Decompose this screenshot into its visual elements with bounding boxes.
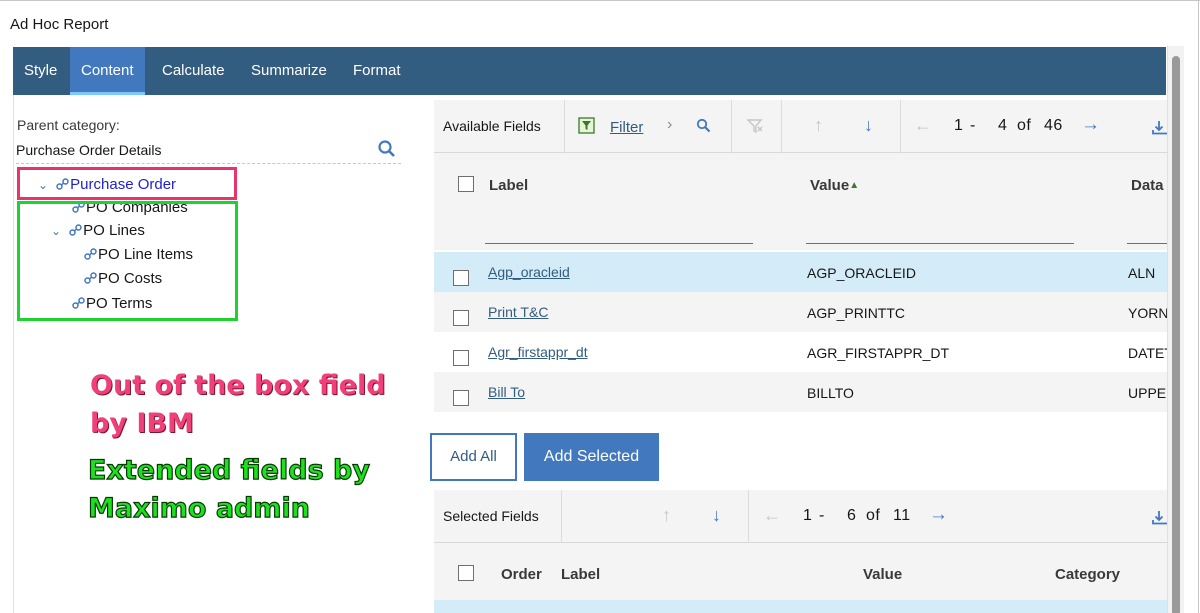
window-title-bar: Ad Hoc Report	[0, 0, 1200, 46]
selected-fields-title: Selected Fields	[443, 508, 539, 524]
next-page-icon[interactable]: →	[1081, 114, 1100, 136]
toolbar-divider	[781, 100, 782, 153]
add-selected-button[interactable]: Add Selected	[524, 433, 659, 481]
column-header-value-text: Value	[810, 177, 850, 194]
available-fields-title: Available Fields	[443, 118, 541, 134]
selected-fields-toolbar: Selected Fields ↑ ↓ ← 1 - 6 of 11 →	[434, 490, 1167, 543]
annotation-box-ibm	[17, 167, 237, 200]
window-right-border	[1198, 0, 1199, 613]
toolbar-divider	[561, 490, 562, 543]
annotation-line: Maximo admin	[87, 492, 310, 524]
field-value: AGR_FIRSTAPPR_DT	[807, 345, 950, 361]
row-checkbox[interactable]	[453, 350, 469, 366]
toolbar-divider	[564, 100, 565, 153]
previous-page-icon[interactable]: ←	[914, 115, 932, 136]
select-all-checkbox[interactable]	[458, 565, 474, 581]
label-filter-input[interactable]	[485, 243, 753, 244]
field-label-link[interactable]: Print T&C	[488, 304, 548, 320]
scrollbar-thumb[interactable]	[1172, 56, 1180, 613]
field-label-link[interactable]: Agr_firstappr_dt	[488, 344, 588, 360]
field-type: DATETIME	[1128, 345, 1167, 361]
field-value: AGP_PRINTTC	[807, 305, 906, 321]
field-type: YORN	[1128, 305, 1167, 321]
type-filter-input[interactable]	[1127, 243, 1167, 244]
move-down-icon[interactable]: ↓	[712, 505, 721, 526]
parent-category-field[interactable]: Purchase Order Details	[16, 142, 401, 164]
table-row[interactable]: Print T&C AGP_PRINTTC YORN	[434, 292, 1167, 332]
filter-link[interactable]: Filter	[610, 119, 643, 136]
column-header-label[interactable]: Label	[561, 566, 600, 583]
table-row[interactable]: Agp_oracleid AGP_ORACLEID ALN	[434, 252, 1167, 292]
window-title: Ad Hoc Report	[10, 16, 109, 33]
field-type: ALN	[1128, 265, 1156, 281]
column-header-value[interactable]: Value	[863, 566, 902, 583]
field-value: AGP_ORACLEID	[807, 265, 916, 281]
annotation-text-ibm: Out of the box field by IBM	[90, 367, 386, 443]
page-range-separator: -	[970, 117, 976, 134]
column-header-label[interactable]: Label	[489, 177, 528, 194]
clear-filter-icon[interactable]	[747, 118, 763, 134]
column-header-order[interactable]: Order	[501, 566, 542, 583]
search-icon[interactable]	[377, 139, 399, 161]
tab-format[interactable]: Format	[342, 47, 412, 95]
annotation-line: Extended fields by	[87, 454, 370, 486]
add-all-button[interactable]: Add All	[430, 433, 517, 481]
search-icon[interactable]	[696, 118, 712, 134]
download-icon[interactable]	[1152, 119, 1167, 135]
filter-icon[interactable]	[578, 117, 595, 134]
annotation-text-extended: Extended fields by Maximo admin	[87, 452, 370, 528]
field-label-link[interactable]: Bill To	[488, 384, 525, 400]
tab-style[interactable]: Style	[13, 47, 68, 95]
available-fields-header: Label Value▲ Data	[434, 153, 1167, 250]
table-row[interactable]: Bill To BILLTO UPPER	[434, 372, 1167, 412]
tab-bar: Style Content Calculate Summarize Format	[13, 47, 1166, 95]
page-start: 1	[954, 117, 964, 134]
download-icon[interactable]	[1152, 509, 1167, 525]
tab-summarize[interactable]: Summarize	[240, 47, 338, 95]
page-total: 11	[893, 507, 911, 524]
available-fields-toolbar: Available Fields Filter › ↑ ↓ ← 1 - 4 of…	[434, 100, 1167, 153]
field-label-link[interactable]: Agp_oracleid	[488, 264, 570, 280]
tab-content[interactable]: Content	[70, 47, 145, 95]
page-total: 46	[1044, 117, 1063, 134]
annotation-box-extended	[17, 201, 238, 321]
toolbar-divider	[731, 100, 732, 153]
selected-fields-header: Order Label Value Category	[434, 543, 1167, 600]
page-of: of	[866, 507, 881, 524]
chevron-right-icon[interactable]: ›	[667, 116, 672, 134]
sort-ascending-icon: ▲	[849, 180, 860, 191]
page-end: 4	[998, 117, 1008, 134]
panel-divider	[13, 95, 14, 613]
annotation-line: by IBM	[90, 408, 194, 439]
row-checkbox[interactable]	[453, 390, 469, 406]
annotation-line: Out of the box field	[90, 370, 386, 401]
move-down-icon[interactable]: ↓	[864, 115, 873, 136]
column-header-category[interactable]: Category	[1055, 566, 1120, 583]
row-checkbox[interactable]	[453, 270, 469, 286]
page-of: of	[1017, 117, 1032, 134]
toolbar-divider	[900, 100, 901, 153]
vertical-scrollbar[interactable]	[1167, 46, 1184, 613]
table-row[interactable]: Agr_firstappr_dt AGR_FIRSTAPPR_DT DATETI…	[434, 332, 1167, 372]
page-end: 6	[847, 507, 857, 524]
row-checkbox[interactable]	[453, 310, 469, 326]
previous-page-icon[interactable]: ←	[763, 505, 781, 526]
page-range-separator: -	[819, 507, 825, 524]
value-filter-input[interactable]	[806, 243, 1074, 244]
field-type: UPPER	[1128, 385, 1167, 401]
toolbar-divider	[748, 490, 749, 543]
page-start: 1	[803, 507, 813, 524]
move-up-icon[interactable]: ↑	[662, 505, 671, 526]
column-header-value[interactable]: Value▲	[810, 177, 859, 194]
select-all-checkbox[interactable]	[458, 176, 474, 192]
parent-category-label: Parent category:	[17, 117, 120, 133]
field-value: BILLTO	[807, 385, 854, 401]
column-header-data-type[interactable]: Data	[1131, 177, 1164, 194]
table-row[interactable]	[434, 600, 1167, 613]
move-up-icon[interactable]: ↑	[814, 115, 823, 136]
tab-calculate[interactable]: Calculate	[151, 47, 236, 95]
next-page-icon[interactable]: →	[929, 504, 948, 526]
